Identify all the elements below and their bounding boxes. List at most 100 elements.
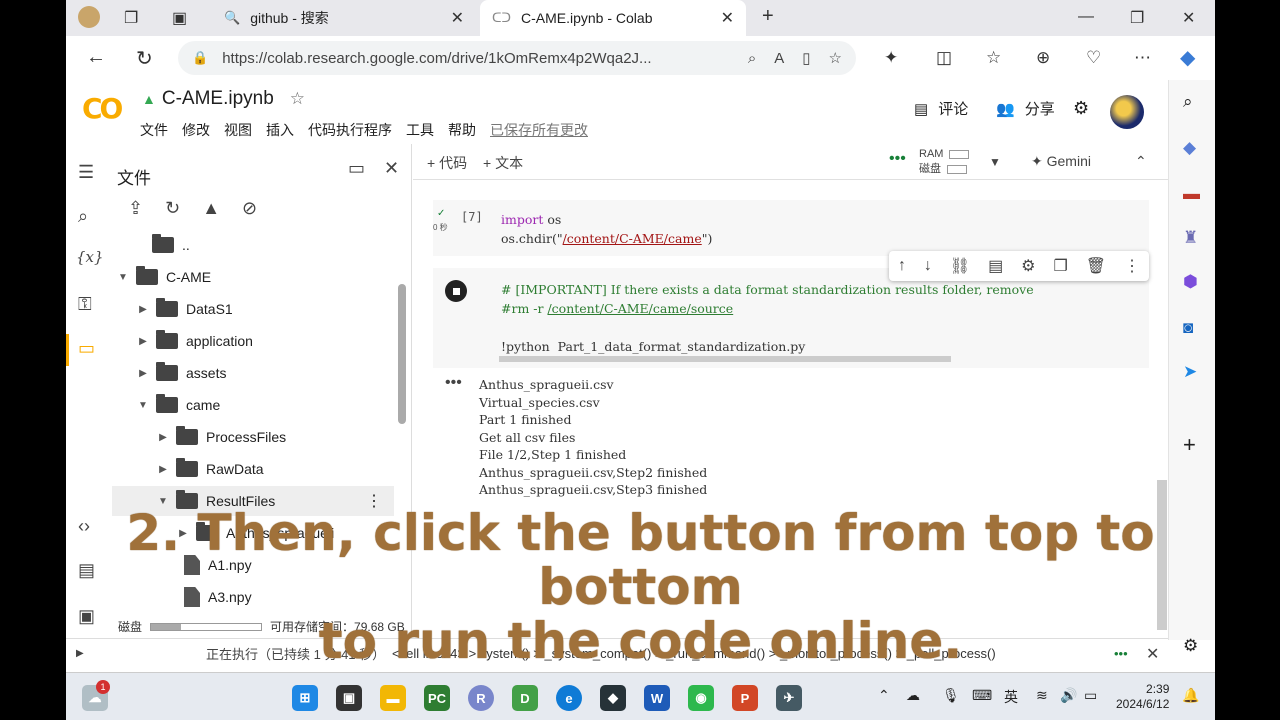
extensions-icon[interactable]: ✦	[884, 48, 898, 68]
keyboard-icon[interactable]: ⌨	[972, 687, 992, 704]
menu-runtime[interactable]: 代码执行程序	[308, 120, 392, 140]
folder-icon[interactable]: ▭	[78, 338, 95, 359]
app-bird-icon[interactable]: ✈	[776, 685, 802, 711]
wechat-icon[interactable]: ◉	[688, 685, 714, 711]
chevron-up-icon[interactable]: ⌃	[1135, 153, 1147, 170]
powerpoint-icon[interactable]: P	[732, 685, 758, 711]
mount-drive-icon[interactable]: ▲	[202, 198, 220, 219]
saved-status[interactable]: 已保存所有更改	[490, 120, 588, 140]
star-icon[interactable]: ☆	[290, 89, 305, 109]
ime-indicator[interactable]: 英	[1004, 687, 1018, 707]
onedrive-icon[interactable]: ☁	[906, 687, 920, 704]
notification-icon[interactable]: 🔔	[1182, 687, 1199, 704]
clock[interactable]: 2:39 2024/6/12	[1116, 682, 1169, 712]
close-icon[interactable]: ✕	[721, 8, 734, 28]
app-d-icon[interactable]: D	[512, 685, 538, 711]
avatar[interactable]	[1110, 95, 1144, 129]
refresh-icon[interactable]: ↻	[165, 198, 180, 219]
tree-item-assets[interactable]: ▶ assets	[112, 358, 394, 388]
pycharm-icon[interactable]: PC	[424, 685, 450, 711]
favorite-star-icon[interactable]: ☆	[829, 49, 842, 67]
hide-files-icon[interactable]: ⊘	[242, 198, 257, 219]
window-close-icon[interactable]: ✕	[1182, 8, 1195, 28]
key-icon[interactable]: ⚿	[78, 294, 92, 315]
caret-icon[interactable]: ▶	[156, 464, 170, 475]
caret-icon[interactable]: ▼	[136, 400, 150, 411]
chevron-up-icon[interactable]: ⌃	[878, 687, 890, 704]
menu-insert[interactable]: 插入	[266, 120, 294, 140]
search-icon[interactable]: ⌕	[1183, 92, 1193, 112]
menu-edit[interactable]: 修改	[182, 120, 210, 140]
new-tab-icon[interactable]: +	[762, 5, 774, 28]
caret-icon[interactable]: ▶	[156, 432, 170, 443]
resource-meter[interactable]: RAM 磁盘	[919, 147, 970, 177]
toc-icon[interactable]: ☰	[78, 162, 94, 183]
outlook-icon[interactable]: ◙	[1183, 318, 1193, 338]
comment-icon[interactable]: ▤	[988, 256, 1003, 276]
profile-avatar[interactable]	[78, 6, 100, 28]
variables-icon[interactable]: {x}	[76, 248, 104, 266]
tab-github-search[interactable]: 🔍 github - 搜索 ✕	[212, 0, 476, 36]
windows-start-icon[interactable]: ⊞	[292, 685, 318, 711]
games-icon[interactable]: ♜	[1183, 228, 1198, 248]
tab-colab[interactable]: ᑕᑐ C-AME.ipynb - Colab ✕	[480, 0, 746, 36]
r-icon[interactable]: R	[468, 685, 494, 711]
edge-icon[interactable]: e	[556, 685, 582, 711]
favorites-icon[interactable]: ☆	[986, 48, 1001, 68]
shopping-tag-icon[interactable]: ◆	[1183, 138, 1196, 158]
tree-item-processfiles[interactable]: ▶ ProcessFiles	[112, 422, 394, 452]
search-icon[interactable]: ⌕	[78, 206, 88, 227]
link-icon[interactable]: ⛓	[950, 256, 970, 276]
refresh-icon[interactable]: ↻	[136, 46, 153, 71]
split-screen-icon[interactable]: ◫	[936, 48, 952, 68]
read-aloud-icon[interactable]: A	[774, 50, 784, 67]
settings-icon[interactable]: ⚙	[1021, 256, 1035, 276]
code-cell-1[interactable]: ✓ 0 秒 [7] import os os.chdir("/content/C…	[433, 200, 1149, 256]
github-desktop-icon[interactable]: ◆	[600, 685, 626, 711]
volume-icon[interactable]: 🔊	[1060, 687, 1077, 704]
close-icon[interactable]: ✕	[384, 158, 399, 179]
word-icon[interactable]: W	[644, 685, 670, 711]
more-vert-icon[interactable]: ⋮	[1124, 256, 1140, 276]
output-menu-icon[interactable]: •••	[445, 374, 462, 392]
battery-icon[interactable]: ▭	[1084, 687, 1097, 704]
more-icon[interactable]: ⋯	[1134, 48, 1151, 68]
url-field[interactable]: 🔒 https://colab.research.google.com/driv…	[178, 41, 856, 75]
copilot-side-icon[interactable]: ⬢	[1183, 272, 1198, 292]
maximize-icon[interactable]: ❐	[1130, 8, 1144, 28]
mic-icon[interactable]: 🎙	[942, 687, 960, 704]
tree-item-application[interactable]: ▶ application	[112, 326, 394, 356]
settings-icon[interactable]: ⚙	[1073, 98, 1089, 119]
add-icon[interactable]: +	[1183, 432, 1196, 458]
caret-icon[interactable]: ▶	[136, 336, 150, 347]
tree-item-datas1[interactable]: ▶ DataS1	[112, 294, 394, 324]
menu-view[interactable]: 视图	[224, 120, 252, 140]
menu-tools[interactable]: 工具	[406, 120, 434, 140]
comment-button[interactable]: ▤ 评论	[914, 98, 968, 119]
task-view-icon[interactable]: ▣	[336, 685, 362, 711]
stop-button[interactable]	[445, 280, 467, 302]
zoom-icon[interactable]: ⌕	[748, 50, 756, 67]
gemini-button[interactable]: ✦ Gemini	[1031, 153, 1091, 170]
move-up-icon[interactable]: ↑	[898, 257, 906, 275]
file-explorer-icon[interactable]: ▬	[380, 685, 406, 711]
tree-item-c-ame[interactable]: ▼ C-AME	[112, 262, 394, 292]
copilot-icon[interactable]: ◆	[1180, 45, 1195, 70]
minimize-icon[interactable]: —	[1078, 8, 1094, 26]
menu-file[interactable]: 文件	[140, 120, 168, 140]
reader-icon[interactable]: ▯	[802, 49, 810, 67]
caret-icon[interactable]: ▶	[136, 368, 150, 379]
add-text-button[interactable]: + 文本	[483, 153, 523, 173]
delete-icon[interactable]: 🗑	[1086, 256, 1106, 276]
workspaces-icon[interactable]: ❐	[124, 8, 138, 28]
menu-help[interactable]: 帮助	[448, 120, 476, 140]
caret-icon[interactable]: ▶	[136, 304, 150, 315]
files-scrollbar[interactable]	[398, 284, 406, 424]
collections-icon[interactable]: ⊕	[1036, 48, 1050, 68]
move-down-icon[interactable]: ↓	[924, 257, 932, 275]
back-icon[interactable]: ←	[86, 46, 106, 69]
mirror-cell-icon[interactable]: ❐	[1053, 256, 1067, 276]
toolbox-icon[interactable]: ▬	[1183, 184, 1200, 204]
code-cell-2[interactable]: # [IMPORTANT] If there exists a data for…	[433, 268, 1149, 368]
upload-icon[interactable]: ⇪	[128, 198, 143, 219]
